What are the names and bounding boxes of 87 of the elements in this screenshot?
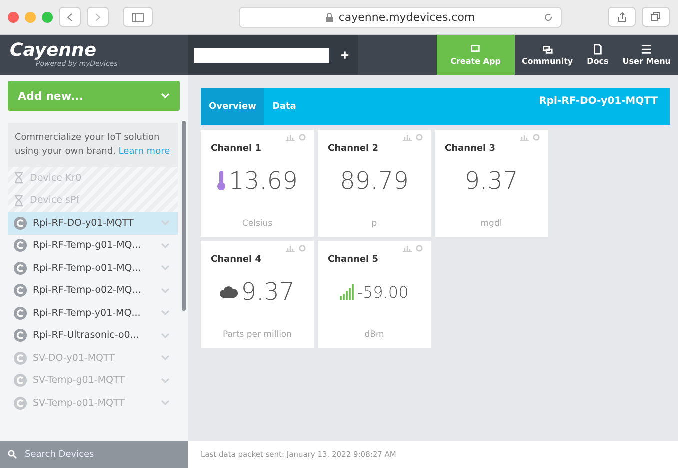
document-icon xyxy=(592,44,604,55)
widget-title: Channel 1 xyxy=(210,144,262,154)
device-logo-icon xyxy=(14,284,27,298)
zoom-dot[interactable] xyxy=(42,12,53,22)
lock-icon xyxy=(326,12,333,22)
device-logo-icon xyxy=(14,374,27,388)
tabs-button[interactable] xyxy=(642,7,670,27)
chevron-down-icon[interactable] xyxy=(161,265,170,272)
menu-icon xyxy=(641,44,652,55)
chevron-down-icon[interactable] xyxy=(161,400,170,406)
header-nav-button[interactable]: Community xyxy=(514,35,580,75)
chart-icon[interactable] xyxy=(286,245,295,252)
settings-icon[interactable] xyxy=(416,245,423,252)
scrollbar-thumb[interactable] xyxy=(182,121,186,311)
device-list-item[interactable]: Rpi-RF-Temp-g01-MQ... xyxy=(8,234,178,257)
widget-unit: Celsius xyxy=(242,219,273,229)
search-bar[interactable]: Search Devices xyxy=(0,441,188,468)
settings-icon[interactable] xyxy=(416,134,423,141)
close-dot[interactable] xyxy=(8,12,19,22)
tabs-icon xyxy=(651,12,661,22)
signal-icon xyxy=(340,284,354,300)
device-list-item[interactable]: Rpi-RF-Temp-o02-MQ... xyxy=(8,280,178,302)
hourglass-icon xyxy=(14,194,24,207)
back-button[interactable] xyxy=(59,7,81,27)
device-logo-icon xyxy=(14,262,27,275)
device-logo-icon xyxy=(14,352,27,365)
logo[interactable]: Cayenne xyxy=(10,42,178,60)
promo-text: Commercialize your IoT solution using your own brand. Learn more xyxy=(8,123,178,167)
chart-icon[interactable] xyxy=(520,134,529,141)
back-icon xyxy=(67,12,73,22)
device-list-item[interactable]: Rpi-RF-Temp-o01-MQ... xyxy=(8,257,178,280)
device-list-item[interactable]: Rpi-RF-Temp-y01-MQ... xyxy=(8,302,178,324)
widget-value: 9.37 xyxy=(464,167,518,195)
url-text: cayenne.mydevices.com xyxy=(338,10,476,24)
device-list-item[interactable]: Rpi-RF-Ultrasonic-o0... xyxy=(8,324,178,347)
widget-value: 9.37 xyxy=(241,278,295,306)
chevron-down-icon[interactable] xyxy=(161,310,170,316)
widget-value: 13.69 xyxy=(229,167,298,195)
search-field[interactable]: Search Devices xyxy=(23,448,163,460)
chevron-down-icon[interactable] xyxy=(161,220,170,226)
widget-title: Channel 2 xyxy=(327,144,378,154)
share-button[interactable] xyxy=(608,7,636,27)
sidebar-toggle-button[interactable] xyxy=(123,7,153,27)
chevron-down-icon[interactable] xyxy=(161,355,170,362)
header-nav-button[interactable]: User Menu xyxy=(616,35,678,75)
minimize-dot[interactable] xyxy=(25,12,36,22)
settings-icon[interactable] xyxy=(299,245,306,252)
chevron-down-icon[interactable] xyxy=(161,332,170,339)
widget-unit: Parts per million xyxy=(222,330,292,340)
chart-icon[interactable] xyxy=(403,245,412,252)
share-icon xyxy=(618,12,626,22)
device-logo-icon xyxy=(14,396,27,410)
widget-title: Channel 3 xyxy=(444,144,496,154)
chat-icon xyxy=(542,44,554,55)
device-logo-icon xyxy=(14,306,27,320)
widget-unit: dBm xyxy=(364,330,384,340)
search-icon xyxy=(8,450,17,459)
chart-icon[interactable] xyxy=(403,134,412,141)
widget-value: -59.00 xyxy=(357,282,409,302)
forward-button[interactable] xyxy=(87,7,109,27)
add-tab-button[interactable]: + xyxy=(337,47,354,63)
widget-title: Channel 4 xyxy=(210,255,262,265)
chart-icon[interactable] xyxy=(286,134,295,141)
cloud-icon xyxy=(220,285,238,299)
widget-title: Channel 5 xyxy=(327,255,378,265)
device-list-item[interactable]: Rpi-RF-DO-y01-MQTT xyxy=(8,212,178,234)
reload-icon[interactable] xyxy=(544,12,553,22)
settings-icon[interactable] xyxy=(533,134,540,141)
address-bar[interactable]: cayenne.mydevices.com xyxy=(239,6,562,28)
forward-icon xyxy=(95,12,101,22)
chevron-down-icon[interactable] xyxy=(161,378,170,384)
device-title: Rpi-RF-DO-y01-MQTT xyxy=(538,95,659,109)
chevron-down-icon[interactable] xyxy=(161,288,170,294)
device-logo-icon xyxy=(14,239,27,252)
widget-unit: p xyxy=(372,219,378,229)
device-logo-icon xyxy=(14,329,27,342)
chevron-down-icon[interactable] xyxy=(161,242,170,249)
sidebar-icon xyxy=(132,12,144,22)
widget-unit: mgdl xyxy=(480,219,502,229)
hourglass-icon xyxy=(14,172,24,184)
thermometer-icon xyxy=(217,171,226,191)
app-icon xyxy=(470,44,482,55)
header-nav-button[interactable]: Docs xyxy=(580,35,616,75)
settings-icon[interactable] xyxy=(299,134,306,141)
tab-name-field[interactable] xyxy=(194,48,329,62)
widget-value: 89.79 xyxy=(340,167,409,195)
device-logo-icon xyxy=(14,216,27,230)
